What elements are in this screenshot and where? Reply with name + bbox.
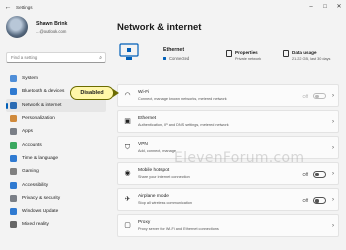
minimize-button[interactable]: – (304, 0, 318, 14)
airplane-icon: ✈ (124, 196, 131, 204)
settings-window: ← Settings – □ ✕ Shawn Brink ...@outlook… (0, 0, 346, 250)
page-title: Network & internet (117, 22, 202, 33)
app-title: Settings (16, 4, 33, 10)
sidebar-item-label: Personalization (22, 116, 55, 122)
window-controls: – □ ✕ (304, 0, 346, 14)
sidebar-item-label: Apps (22, 129, 33, 135)
apps-icon (10, 128, 17, 136)
avatar (6, 16, 28, 38)
card-description: Stop all wireless communication (138, 201, 193, 206)
card-title: Ethernet (138, 116, 157, 122)
proxy-icon: ▢ (124, 222, 131, 230)
ethernet-monitor-icon (119, 43, 139, 60)
sidebar-item-system[interactable]: System (6, 72, 106, 85)
search-input[interactable]: Find a setting ⌕ (6, 52, 106, 63)
card-title: VPN (138, 142, 148, 148)
toggle-state-label: Off (302, 197, 308, 203)
card-airplane-mode[interactable]: ✈ Airplane mode Stop all wireless communic… (117, 188, 339, 211)
sidebar-item-label: Accessibility (22, 182, 49, 188)
person-icon (10, 141, 17, 149)
hotspot-icon: ◉ (124, 170, 131, 178)
profile-email: ...@outlook.com (36, 28, 67, 34)
sidebar-item-label: Mixed reality (22, 222, 49, 228)
sidebar-item-accessibility[interactable]: Accessibility (6, 178, 106, 191)
toggle-state-label: Off (302, 171, 308, 177)
gamepad-icon (10, 168, 17, 176)
chevron-right-icon: › (332, 145, 334, 152)
shield-icon (10, 194, 17, 202)
card-title: Wi-Fi (138, 90, 150, 95)
chevron-right-icon: › (332, 223, 334, 230)
card-description: Proxy server for Wi-Fi and Ethernet conn… (138, 227, 219, 232)
headset-icon (10, 221, 17, 229)
toggle-switch[interactable] (313, 197, 326, 204)
data-usage-icon (283, 50, 289, 57)
sidebar-item-privacy-security[interactable]: Privacy & security (6, 192, 106, 205)
clock-globe-icon (10, 154, 17, 162)
maximize-button[interactable]: □ (318, 0, 332, 14)
sidebar-item-personalization[interactable]: Personalization (6, 112, 106, 125)
accessibility-icon (10, 181, 17, 189)
sidebar-item-mixed-reality[interactable]: Mixed reality (6, 218, 106, 231)
hero-status: Connected (163, 56, 189, 61)
sidebar-item-label: Accounts (22, 142, 42, 148)
brush-icon (10, 115, 17, 123)
profile[interactable]: Shawn Brink ...@outlook.com (6, 16, 67, 38)
profile-name: Shawn Brink (36, 20, 68, 27)
sidebar-item-apps[interactable]: Apps (6, 125, 106, 138)
card-title: Mobile hotspot (138, 168, 170, 174)
watermark: ElevenForum.com (174, 150, 305, 166)
card-title: Airplane mode (138, 194, 169, 200)
card-ethernet[interactable]: ▣ Ethernet Authentication, IP and DNS sett… (117, 110, 339, 133)
title-bar: ← Settings – □ ✕ (0, 0, 346, 14)
callout-pointer (113, 89, 119, 97)
chevron-right-icon: › (332, 197, 334, 204)
search-placeholder: Find a setting (11, 55, 38, 60)
sidebar-item-label: Network & internet (22, 102, 62, 108)
hero-name: Ethernet (163, 47, 185, 53)
chevron-right-icon: › (332, 171, 334, 178)
wifi-icon: ◠ (124, 92, 131, 99)
properties-link[interactable]: Properties Private network (226, 50, 261, 61)
card-description: Share your internet connection (138, 175, 190, 180)
sidebar-item-label: Time & language (22, 155, 59, 161)
sidebar-item-label: Privacy & security (22, 195, 61, 201)
card-description: Connect, manage known networks, metered … (138, 97, 227, 101)
connected-dot-icon (163, 57, 166, 60)
sidebar-item-label: Windows Update (22, 209, 59, 215)
card-proxy[interactable]: ▢ Proxy Proxy server for Wi-Fi and Etherne… (117, 214, 339, 237)
sidebar-item-label: Gaming (22, 169, 39, 175)
system-icon (10, 75, 17, 83)
toggle-switch (313, 92, 326, 100)
chevron-right-icon: › (332, 93, 334, 99)
card-description: Add, connect, manage (138, 149, 176, 154)
sidebar-item-label: System (22, 76, 38, 82)
update-icon (10, 208, 17, 216)
sidebar-item-network-internet[interactable]: Network & internet (6, 98, 106, 112)
properties-icon (226, 50, 232, 57)
sidebar-item-windows-update[interactable]: Windows Update (6, 205, 106, 218)
back-arrow-icon[interactable]: ← (2, 4, 14, 11)
card-title: Proxy (138, 220, 151, 226)
data-usage-link[interactable]: Data usage 21.22 GB, last 30 days (283, 50, 330, 61)
search-icon[interactable]: ⌕ (99, 53, 102, 63)
toggle-state-label: Off (302, 93, 308, 99)
sidebar-item-accounts[interactable]: Accounts (6, 138, 106, 151)
sidebar: Shawn Brink ...@outlook.com Find a setti… (0, 14, 112, 250)
bluetooth-icon (10, 88, 17, 96)
card-description: Authentication, IP and DNS settings, met… (138, 123, 229, 128)
vpn-shield-icon: ⛉ (124, 144, 131, 152)
disabled-callout: Disabled (70, 86, 114, 100)
close-button[interactable]: ✕ (332, 0, 346, 14)
ethernet-hero: Ethernet Connected Properties Private ne… (117, 40, 339, 72)
sidebar-item-time-language[interactable]: Time & language (6, 152, 106, 165)
chevron-right-icon: › (332, 119, 334, 126)
toggle-switch[interactable] (313, 171, 326, 178)
main-panel: Network & internet Ethernet Connected Pr… (112, 14, 346, 250)
ethernet-icon: ▣ (124, 118, 131, 126)
sidebar-item-gaming[interactable]: Gaming (6, 165, 106, 178)
sidebar-item-label: Bluetooth & devices (22, 89, 65, 95)
wifi-icon (10, 101, 17, 109)
card-wi-fi[interactable]: ◠ Wi-Fi Connect, manage known networks, me… (117, 84, 339, 107)
